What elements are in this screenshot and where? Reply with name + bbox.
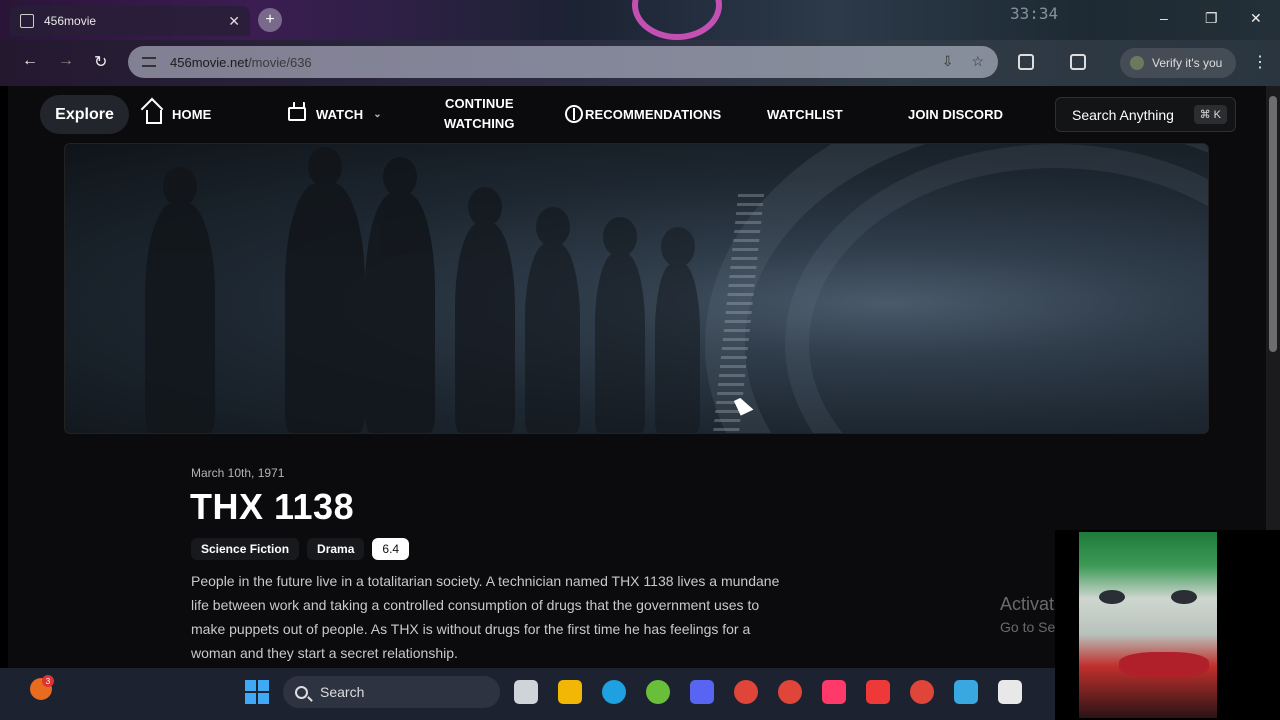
search-button[interactable]: Search Anything ⌘ K xyxy=(1055,97,1236,132)
backdrop-figure xyxy=(145,167,215,433)
nav-recommendations[interactable]: RECOMMENDATIONS xyxy=(565,86,721,142)
nav-watchlist[interactable]: WATCHLIST xyxy=(767,86,843,142)
discord-app-icon[interactable] xyxy=(690,680,714,704)
side-panel-icon[interactable] xyxy=(1070,54,1086,70)
taskbar-search-box[interactable]: Search xyxy=(283,676,500,708)
reload-icon[interactable]: ↻ xyxy=(94,52,107,72)
chrome-app-icon[interactable] xyxy=(734,680,758,704)
profile-verify-button[interactable]: Verify it's you xyxy=(1120,48,1236,78)
windows-start-icon[interactable] xyxy=(245,680,269,704)
backdrop-figure xyxy=(455,187,515,433)
file-explorer-app-icon[interactable] xyxy=(558,680,582,704)
browser-toolbar: ← → ↻ 456movie.net /movie/636 ⇩ ☆ Verify… xyxy=(0,40,1280,86)
chevron-down-icon: ⌄ xyxy=(373,108,382,120)
url-path: /movie/636 xyxy=(248,54,312,70)
rating-badge: 6.4 xyxy=(372,538,410,560)
site-navbar: Explore HOME WATCH ⌄ CONTINUE WATCHING R… xyxy=(8,86,1266,142)
affinity-app-icon[interactable] xyxy=(822,680,846,704)
backdrop-figure xyxy=(655,227,700,433)
genre-chip[interactable]: Drama xyxy=(307,538,365,560)
notification-badge: 3 xyxy=(42,675,54,687)
close-tab-icon[interactable]: ✕ xyxy=(228,13,240,30)
explore-button[interactable]: Explore xyxy=(40,95,129,134)
browser-menu-icon[interactable]: ⋮ xyxy=(1252,52,1268,72)
install-app-icon[interactable]: ⇩ xyxy=(942,53,954,70)
release-date: March 10th, 1971 xyxy=(191,466,285,480)
nav-recommendations-label: RECOMMENDATIONS xyxy=(585,106,722,122)
extensions-puzzle-icon[interactable] xyxy=(1018,54,1034,70)
nav-home-label: HOME xyxy=(172,106,212,122)
wallpaper-decoration xyxy=(632,0,722,40)
address-bar-actions: ⇩ ☆ xyxy=(942,53,984,70)
webcam-feed-image xyxy=(1079,532,1217,718)
nav-watch[interactable]: WATCH ⌄ xyxy=(288,86,382,142)
address-bar[interactable]: 456movie.net /movie/636 ⇩ ☆ xyxy=(128,46,998,78)
site-settings-icon[interactable] xyxy=(142,57,156,67)
backdrop-figure xyxy=(365,157,435,433)
tv-icon xyxy=(288,107,306,121)
activate-windows-subtext: Go to Se xyxy=(1000,619,1056,635)
backdrop-figure xyxy=(595,217,645,433)
webcam-face-detail xyxy=(1119,652,1209,678)
browser-tab-bar: 33:34 456movie ✕ + – ❐ ✕ xyxy=(0,0,1280,40)
new-tab-button[interactable]: + xyxy=(258,8,282,32)
site-favicon-icon xyxy=(20,14,34,28)
bookmark-star-icon[interactable]: ☆ xyxy=(971,53,984,70)
taskbar-search-label: Search xyxy=(320,684,365,700)
compass-icon xyxy=(565,105,583,123)
wallpaper-clock: 33:34 xyxy=(1010,4,1059,23)
backdrop-figure xyxy=(285,147,365,433)
search-icon xyxy=(295,685,308,699)
home-icon xyxy=(146,110,162,124)
verify-label: Verify it's you xyxy=(1152,56,1223,70)
nav-home[interactable]: HOME xyxy=(146,86,211,142)
genre-chips: Science Fiction Drama 6.4 xyxy=(191,538,410,560)
activate-windows-watermark: Activat xyxy=(1000,594,1055,614)
movie-overview: People in the future live in a totalitar… xyxy=(191,573,780,661)
vivaldi-app-icon[interactable] xyxy=(866,680,890,704)
close-window-button[interactable]: ✕ xyxy=(1250,10,1262,27)
browser-tab[interactable]: 456movie ✕ xyxy=(10,6,250,36)
scrollbar-thumb[interactable] xyxy=(1269,96,1277,352)
chrome-active-app-icon[interactable] xyxy=(910,680,934,704)
webcam-overlay xyxy=(1055,530,1280,720)
utorrent-app-icon[interactable] xyxy=(646,680,670,704)
nav-continue-line2: WATCHING xyxy=(444,116,515,131)
search-shortcut-badge: ⌘ K xyxy=(1193,105,1227,124)
tab-title: 456movie xyxy=(44,14,97,28)
restore-window-button[interactable]: ❐ xyxy=(1205,10,1218,27)
forward-arrow-icon[interactable]: → xyxy=(58,52,74,70)
webcam-face-detail xyxy=(1099,590,1125,604)
task-view-app-icon[interactable] xyxy=(514,680,538,704)
movie-title: THX 1138 xyxy=(190,486,355,527)
back-arrow-icon[interactable]: ← xyxy=(22,52,38,70)
screen: 33:34 456movie ✕ + – ❐ ✕ ← → ↻ 456movie.… xyxy=(0,0,1280,720)
webcam-face-detail xyxy=(1171,590,1197,604)
search-label: Search Anything xyxy=(1072,106,1174,123)
notepad-app-icon[interactable] xyxy=(954,680,978,704)
minimize-window-button[interactable]: – xyxy=(1160,10,1168,26)
profile-avatar xyxy=(1130,56,1144,70)
nav-continue-watching[interactable]: CONTINUE WATCHING xyxy=(444,86,515,142)
nav-join-discord[interactable]: JOIN DISCORD xyxy=(908,86,1003,142)
nav-watch-label: WATCH xyxy=(316,106,364,122)
url-host: 456movie.net xyxy=(170,54,249,70)
edge-app-icon[interactable] xyxy=(602,680,626,704)
backdrop-figure xyxy=(525,207,580,433)
genre-chip[interactable]: Science Fiction xyxy=(191,538,300,560)
snipping-tool-app-icon[interactable] xyxy=(998,680,1022,704)
nav-continue-line1: CONTINUE xyxy=(444,96,514,111)
movie-backdrop-image xyxy=(64,143,1209,434)
chrome-2-app-icon[interactable] xyxy=(778,680,802,704)
